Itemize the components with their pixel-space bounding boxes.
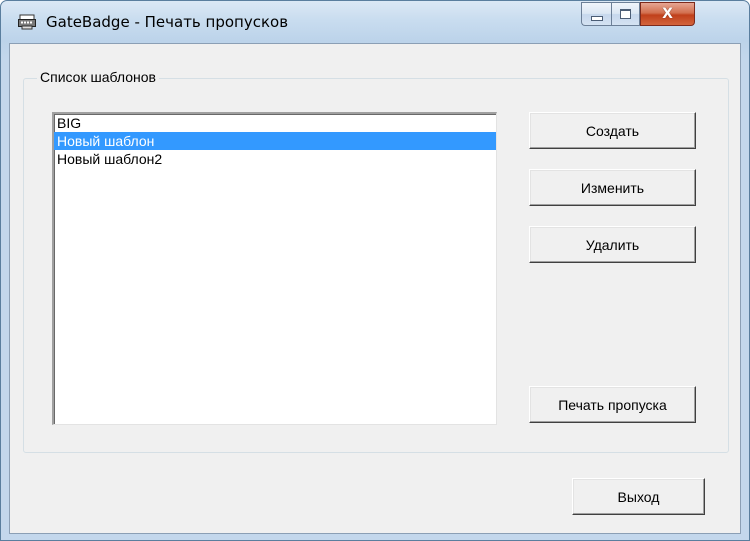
close-icon: X [662,6,673,22]
create-button[interactable]: Создать [529,112,696,149]
maximize-button[interactable] [611,2,640,26]
edit-button[interactable]: Изменить [529,169,696,206]
client-area: Список шаблонов BIG Новый шаблон Новый ш… [9,43,741,534]
list-item[interactable]: BIG [54,114,496,132]
close-button[interactable]: X [640,2,695,26]
delete-button[interactable]: Удалить [529,226,696,263]
print-badge-button[interactable]: Печать пропуска [529,386,696,423]
templates-list[interactable]: BIG Новый шаблон Новый шаблон2 [52,112,497,425]
exit-button[interactable]: Выход [572,478,705,515]
list-item-selected[interactable]: Новый шаблон [54,132,496,150]
maximize-icon [620,9,631,19]
window-title: GateBadge - Печать пропусков [46,13,289,31]
app-window: GateBadge - Печать пропусков X Список ша… [0,0,750,541]
minimize-button[interactable] [581,2,611,26]
badge-printer-icon[interactable] [18,14,36,30]
title-bar[interactable]: GateBadge - Печать пропусков X [1,1,749,43]
minimize-icon [590,15,603,21]
list-item[interactable]: Новый шаблон2 [54,150,496,168]
templates-group-label: Список шаблонов [37,69,159,85]
